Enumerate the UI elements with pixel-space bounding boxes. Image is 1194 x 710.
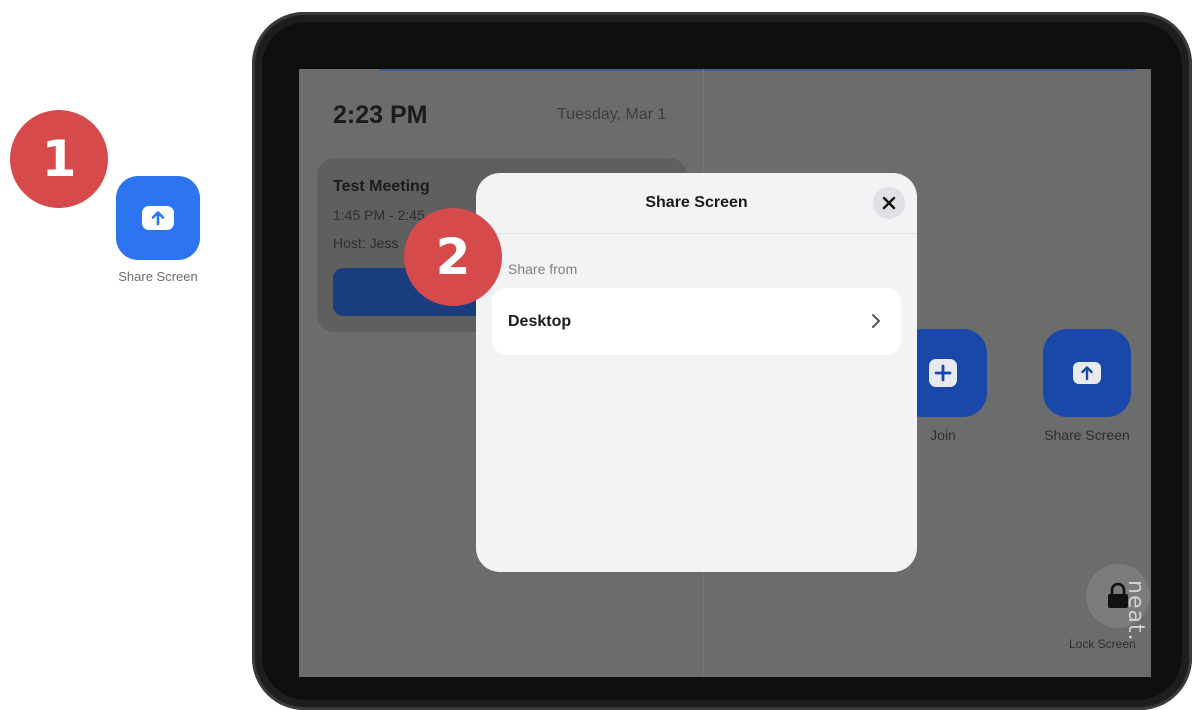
meeting-host: Host: Jess — [333, 235, 399, 251]
step-1-badge: 1 — [10, 110, 108, 208]
top-progress-line — [379, 69, 1135, 71]
chevron-right-icon — [872, 314, 880, 328]
option-label: Desktop — [508, 313, 572, 330]
modal-title: Share Screen — [645, 194, 748, 211]
meeting-title: Test Meeting — [333, 178, 430, 195]
meeting-time: 1:45 PM - 2:45 — [333, 207, 425, 223]
brand-logo: neat. — [1123, 580, 1148, 642]
share-screen-button[interactable] — [116, 176, 200, 260]
share-screen-label: Share Screen — [118, 269, 198, 284]
option-desktop[interactable]: Desktop — [492, 288, 901, 355]
clock-date: Tuesday, Mar 1 — [557, 106, 667, 123]
close-button[interactable] — [873, 187, 905, 219]
step-2-badge: 2 — [404, 208, 502, 306]
modal-header: Share Screen — [476, 173, 917, 234]
share-from-label: Share from — [508, 261, 578, 277]
clock-time: 2:23 PM — [333, 101, 428, 129]
share-up-arrow-icon — [1073, 362, 1101, 384]
close-icon — [882, 196, 896, 210]
share-screen-modal: Share Screen Share from Desktop — [476, 173, 917, 572]
share-screen-tile[interactable] — [1043, 329, 1131, 417]
share-up-arrow-icon — [142, 206, 174, 230]
plus-icon — [929, 359, 957, 387]
share-screen-tile-label: Share Screen — [1044, 427, 1130, 443]
